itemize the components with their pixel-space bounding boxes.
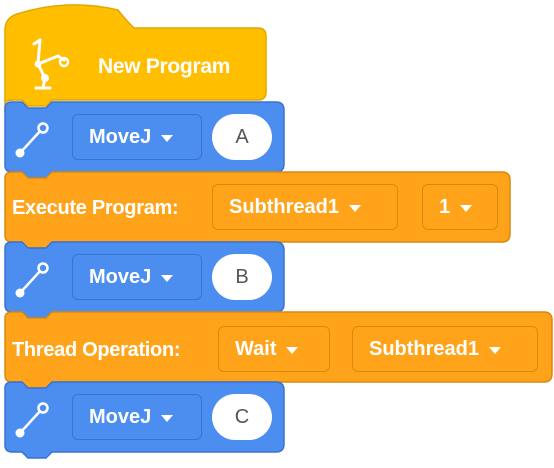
count-select-dropdown[interactable]: 1 <box>422 184 498 230</box>
move-mode-value: MoveJ <box>89 265 152 288</box>
move-mode-dropdown[interactable]: MoveJ <box>72 114 202 160</box>
move-mode-dropdown[interactable]: MoveJ <box>72 394 202 440</box>
joint-link-icon <box>15 402 49 438</box>
chevron-down-icon <box>489 346 502 354</box>
chevron-down-icon <box>161 414 174 422</box>
move-mode-value: MoveJ <box>89 405 152 428</box>
program-select-dropdown[interactable]: Subthread1 <box>212 184 398 230</box>
move-mode-value: MoveJ <box>89 125 152 148</box>
program-title: New Program <box>98 55 231 78</box>
chevron-down-icon <box>161 274 174 282</box>
move-block-c[interactable]: MoveJ C <box>0 380 290 468</box>
thread-operation-label: Thread Operation: <box>12 339 181 361</box>
point-input[interactable]: C <box>212 394 272 440</box>
thread-target-value: Subthread1 <box>369 337 480 360</box>
execute-program-label: Execute Program: <box>12 197 179 219</box>
count-select-value: 1 <box>439 195 451 218</box>
thread-target-dropdown[interactable]: Subthread1 <box>352 326 538 372</box>
robot-arm-icon <box>32 38 70 90</box>
program-select-value: Subthread1 <box>229 195 340 218</box>
chevron-down-icon <box>460 204 473 212</box>
point-input[interactable]: B <box>212 254 272 300</box>
chevron-down-icon <box>349 204 362 212</box>
operation-select-dropdown[interactable]: Wait <box>218 326 330 372</box>
chevron-down-icon <box>286 346 299 354</box>
operation-select-value: Wait <box>235 337 277 360</box>
joint-link-icon <box>15 262 49 298</box>
point-input[interactable]: A <box>212 114 272 160</box>
joint-link-icon <box>15 122 49 158</box>
chevron-down-icon <box>161 134 174 142</box>
new-program-hat-block[interactable]: New Program <box>0 0 268 112</box>
move-mode-dropdown[interactable]: MoveJ <box>72 254 202 300</box>
